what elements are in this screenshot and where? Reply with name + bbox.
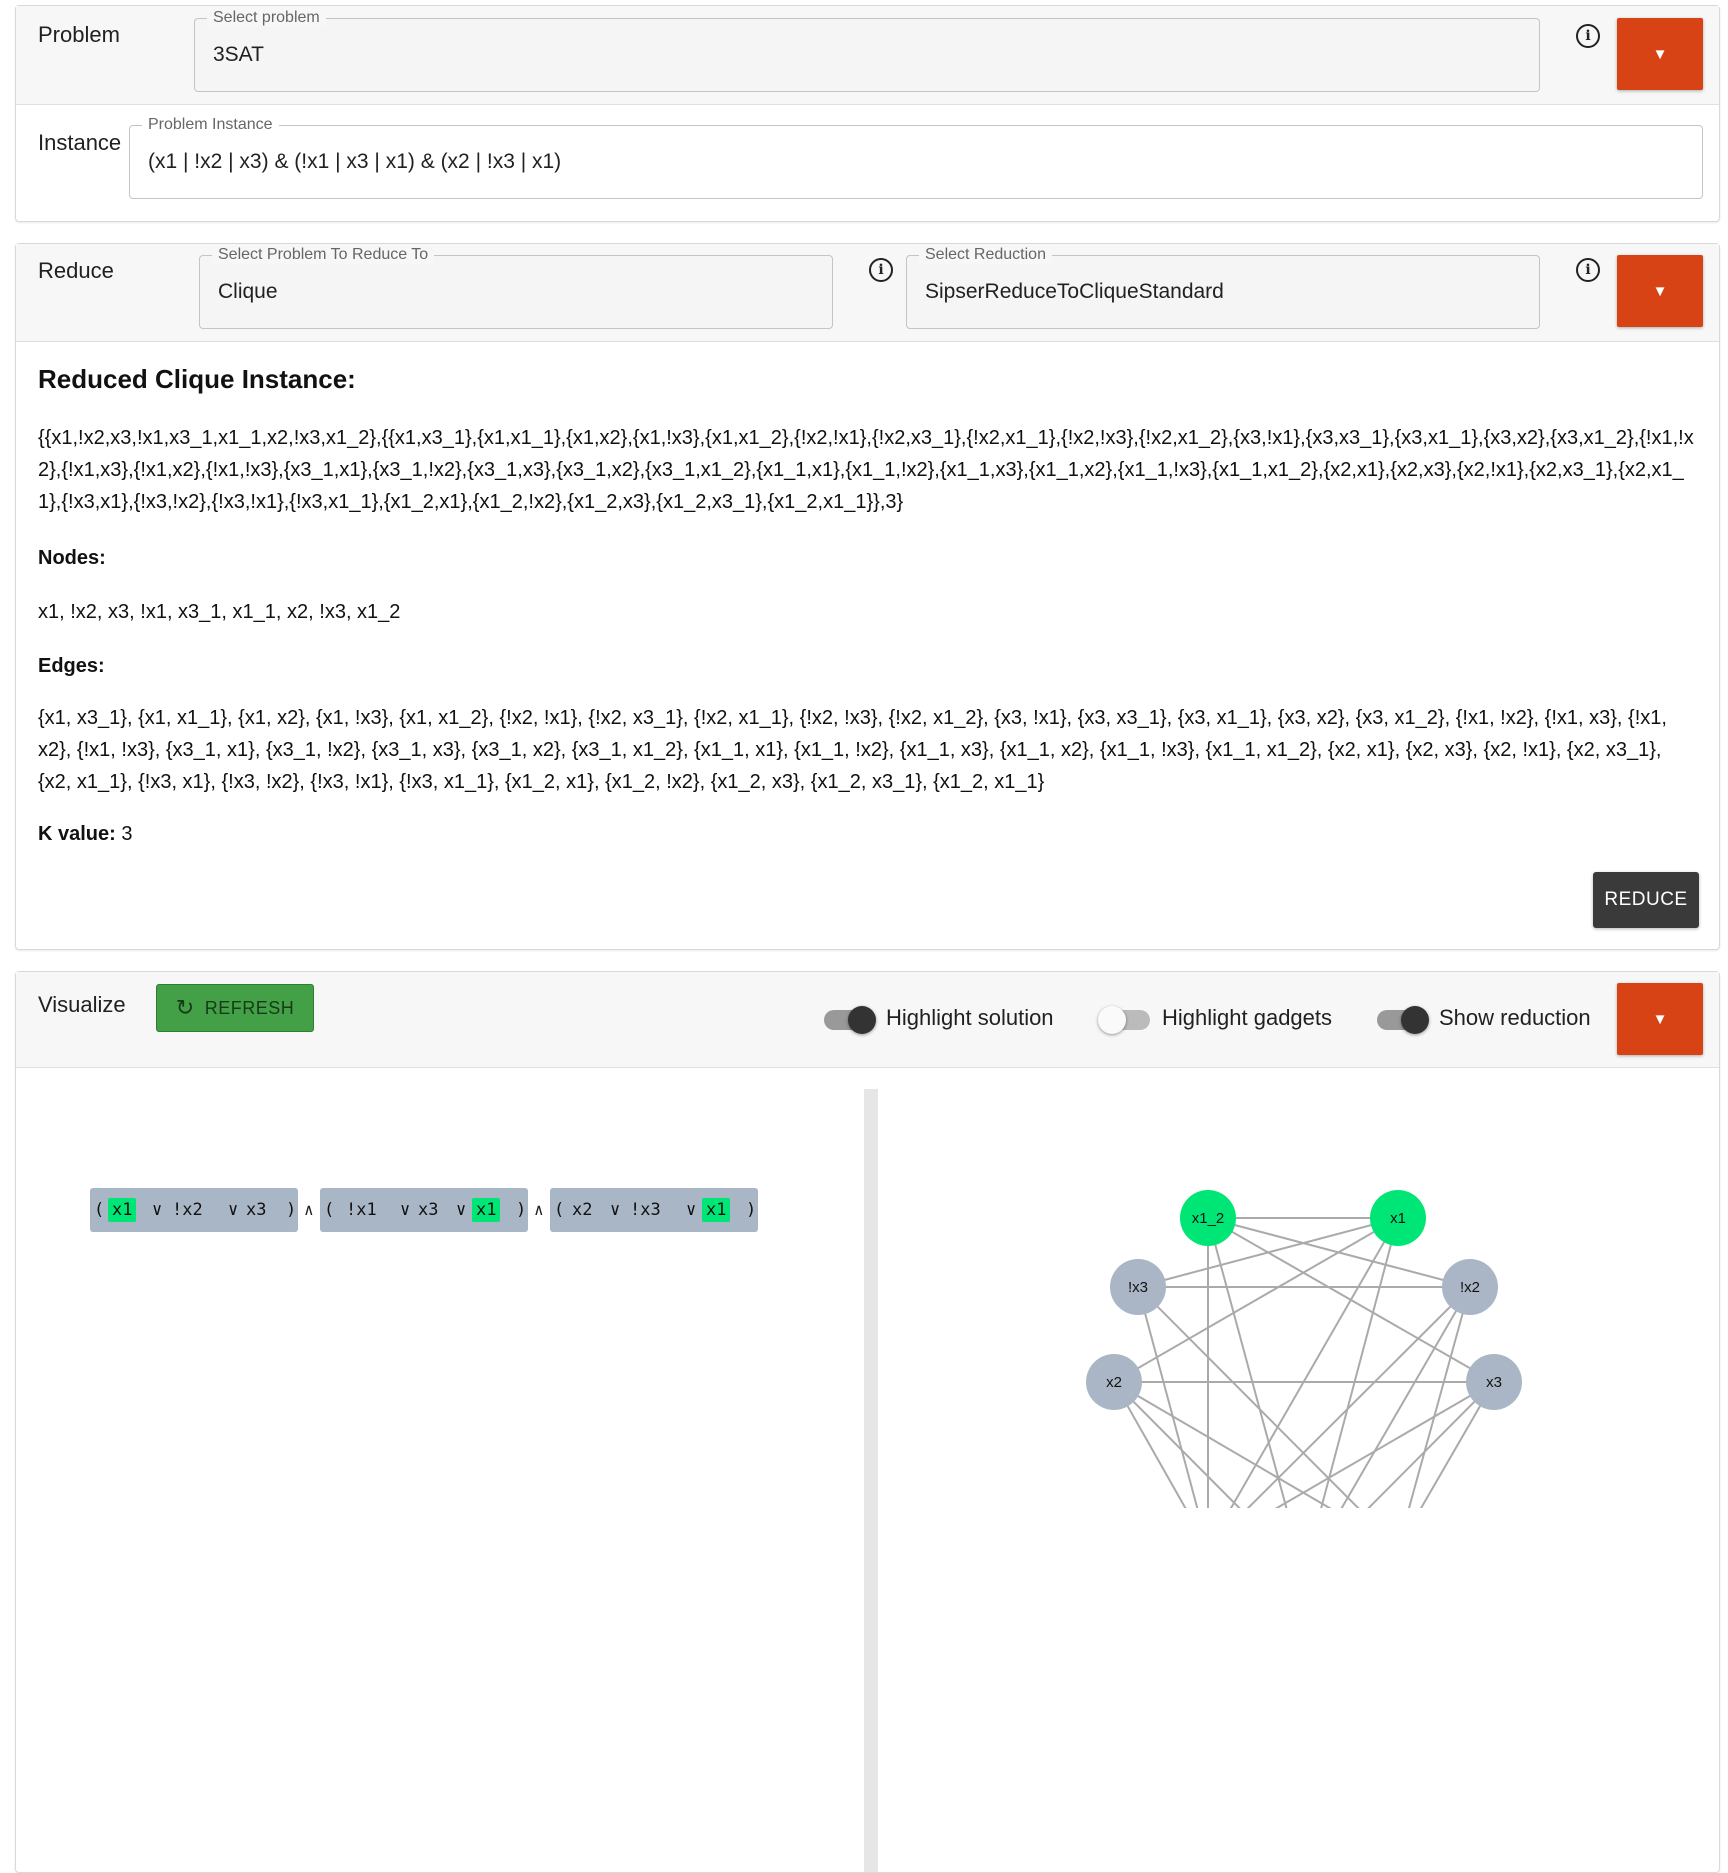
graph-node-label: !x3 (1128, 1279, 1148, 1296)
reduction-info-icon[interactable]: i (1576, 258, 1600, 282)
refresh-label: REFRESH (204, 997, 295, 1018)
graph-node-label: x1 (1390, 1210, 1406, 1227)
graph-edge (1407, 1286, 1471, 1508)
graph-panel: x1_2x1!x3!x2x2x3x1_1x3_1!x1 (882, 1068, 1718, 1868)
or-symbol: ∨ (610, 1200, 621, 1220)
instance-value: (x1 | !x2 | x3) & (!x1 | x3 | x1) & (x2 … (148, 150, 562, 173)
problem-label: Problem (38, 22, 120, 47)
or-symbol: ∨ (686, 1200, 697, 1220)
reduce-target-info-icon[interactable]: i (869, 258, 893, 282)
close-paren: ) (516, 1200, 527, 1220)
literal-highlighted: x1 (472, 1198, 501, 1222)
graph-node-label: !x2 (1460, 1279, 1480, 1296)
open-paren: ( (324, 1200, 335, 1220)
literal-highlighted: x1 (702, 1198, 731, 1222)
reduced-instance-text: {{x1,!x2,x3,!x1,x3_1,x1_1,x2,!x3,x1_2},{… (38, 427, 1694, 513)
graph-node-label: x3 (1486, 1374, 1502, 1391)
panel-splitter[interactable] (864, 1089, 878, 1872)
open-paren: ( (94, 1200, 105, 1220)
toggle-thumb (1098, 1006, 1126, 1034)
or-symbol: ∨ (400, 1200, 411, 1220)
graph-edge (1207, 1217, 1471, 1288)
chevron-down-icon: ▼ (1652, 45, 1668, 63)
refresh-button[interactable]: ↻ REFRESH (156, 984, 314, 1032)
literal: !x2 (172, 1200, 203, 1220)
or-symbol: ∨ (152, 1200, 163, 1220)
graph-node-label: x1_2 (1192, 1210, 1225, 1227)
toggle-thumb (848, 1006, 876, 1034)
k-value-row: K value: 3 (38, 818, 1699, 850)
reduction-value: SipserReduceToCliqueStandard (925, 280, 1224, 303)
literal-highlighted: x1 (108, 1198, 137, 1222)
formula-panel: ( x1 ∨ !x2 ∨ x3 ) ∧ ( !x1 ∨ x3 ∨ x1 ) ∧ (16, 1068, 861, 1868)
clause-2: ( !x1 ∨ x3 ∨ x1 ) (320, 1188, 528, 1232)
chevron-down-icon: ▼ (1652, 1010, 1668, 1028)
close-paren: ) (746, 1200, 757, 1220)
problem-expand-button[interactable]: ▼ (1617, 18, 1703, 90)
graph-edge (1367, 1381, 1495, 1508)
problem-header: Problem Select problem 3SAT i ▼ (16, 6, 1719, 104)
k-value: 3 (121, 823, 133, 845)
refresh-icon: ↻ (175, 995, 195, 1020)
clique-graph[interactable]: x1_2x1!x3!x2x2x3x1_1x3_1!x1 (882, 1068, 1718, 1508)
problem-select[interactable]: Select problem 3SAT (194, 9, 1540, 92)
nodes-label: Nodes: (38, 547, 106, 569)
problem-card: Problem Select problem 3SAT i ▼ Instance… (15, 5, 1720, 222)
visualize-label: Visualize (38, 992, 126, 1017)
formula-row: ( x1 ∨ !x2 ∨ x3 ) ∧ ( !x1 ∨ x3 ∨ x1 ) ∧ (90, 1188, 790, 1232)
nodes-text: x1, !x2, x3, !x1, x3_1, x1_1, x2, !x3, x… (38, 601, 401, 623)
literal: !x1 (346, 1200, 377, 1220)
toggle-label: Show reduction (1439, 1005, 1591, 1030)
reduce-button[interactable]: REDUCE (1593, 872, 1699, 928)
close-paren: ) (286, 1200, 297, 1220)
or-symbol: ∨ (456, 1200, 467, 1220)
literal: x3 (246, 1200, 267, 1220)
problem-select-value: 3SAT (213, 43, 264, 66)
clause-1: ( x1 ∨ !x2 ∨ x3 ) (90, 1188, 298, 1232)
instance-label: Instance (38, 130, 122, 155)
and-symbol: ∧ (534, 1200, 544, 1219)
problem-info-icon[interactable]: i (1576, 24, 1600, 48)
instance-input[interactable]: Problem Instance (x1 | !x2 | x3) & (!x1 … (129, 116, 1703, 199)
edges-label: Edges: (38, 655, 105, 677)
reduced-heading: Reduced Clique Instance: (38, 364, 356, 394)
visualize-expand-button[interactable]: ▼ (1617, 983, 1703, 1055)
visualize-header: Visualize ↻ REFRESH Highlight solution H… (16, 972, 1719, 1067)
reduce-header: Reduce Select Problem To Reduce To Cliqu… (16, 244, 1719, 341)
literal: x2 (572, 1200, 593, 1220)
reduction-select[interactable]: Select Reduction SipserReduceToCliqueSta… (906, 246, 1540, 329)
reduce-target-value: Clique (218, 280, 278, 303)
open-paren: ( (554, 1200, 565, 1220)
visualize-card: Visualize ↻ REFRESH Highlight solution H… (15, 971, 1720, 1873)
reduce-target-select[interactable]: Select Problem To Reduce To Clique (199, 246, 833, 329)
reduce-expand-button[interactable]: ▼ (1617, 255, 1703, 327)
reduce-divider (16, 341, 1719, 342)
literal: !x3 (630, 1200, 661, 1220)
problem-divider (16, 104, 1719, 105)
reduce-card: Reduce Select Problem To Reduce To Cliqu… (15, 243, 1720, 950)
literal: x3 (418, 1200, 439, 1220)
toggle-label: Highlight solution (886, 1005, 1054, 1030)
and-symbol: ∧ (304, 1200, 314, 1219)
graph-edge (1137, 1286, 1199, 1508)
toggle-thumb (1401, 1006, 1429, 1034)
k-value-label: K value: (38, 823, 116, 845)
toggle-label: Highlight gadgets (1162, 1005, 1333, 1030)
reduce-label: Reduce (38, 258, 114, 283)
clause-3: ( x2 ∨ !x3 ∨ x1 ) (550, 1188, 758, 1232)
or-symbol: ∨ (228, 1200, 239, 1220)
graph-node-label: x2 (1106, 1374, 1122, 1391)
edges-text: {x1, x3_1}, {x1, x1_1}, {x1, x2}, {x1, !… (38, 707, 1667, 793)
chevron-down-icon: ▼ (1652, 282, 1668, 300)
